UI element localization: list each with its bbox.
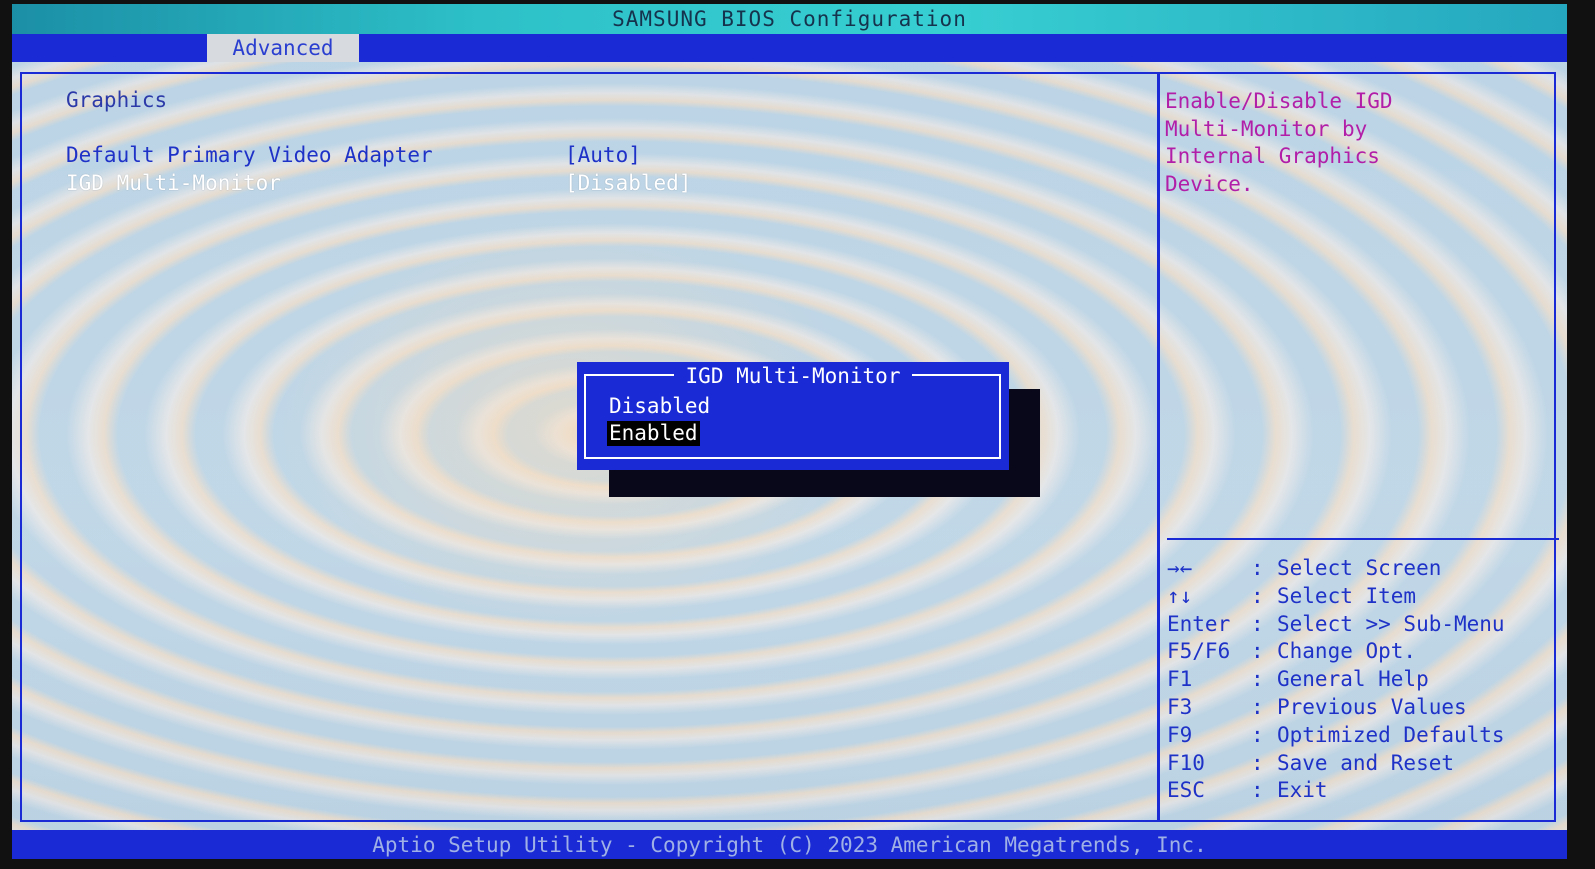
setting-default-primary-video-adapter-label[interactable]: Default Primary Video Adapter bbox=[66, 143, 433, 167]
setting-igd-multi-monitor-label[interactable]: IGD Multi-Monitor bbox=[66, 171, 281, 195]
help-line: Enable/Disable IGD bbox=[1165, 89, 1393, 113]
key-row-general-help: F1: General Help bbox=[1167, 666, 1505, 694]
key-f3: F3 bbox=[1167, 694, 1193, 719]
key-f10: F10 bbox=[1167, 750, 1205, 775]
window-title: SAMSUNG BIOS Configuration bbox=[12, 4, 1567, 34]
bios-screen: SAMSUNG BIOS Configuration Advanced Grap… bbox=[12, 4, 1567, 859]
help-line: Multi-Monitor by bbox=[1165, 116, 1368, 141]
option-enabled[interactable]: Enabled bbox=[607, 421, 700, 446]
key-arrows-horizontal: →← bbox=[1167, 556, 1193, 580]
footer-copyright: Aptio Setup Utility - Copyright (C) 2023… bbox=[12, 830, 1567, 859]
key-row-enter: Enter: Select >> Sub-Menu bbox=[1167, 611, 1505, 639]
help-text: Enable/Disable IGD Multi-Monitor by Inte… bbox=[1165, 88, 1545, 198]
key-f5-f6: F5/F6 bbox=[1167, 639, 1231, 664]
setting-default-primary-video-adapter-value[interactable]: [Auto] bbox=[565, 143, 641, 167]
popup-title: IGD Multi-Monitor bbox=[577, 364, 1009, 388]
help-line: Internal Graphics bbox=[1165, 144, 1380, 168]
panel-divider bbox=[1157, 72, 1160, 822]
section-title: Graphics bbox=[66, 88, 168, 112]
key-row-save-reset: F10: Save and Reset bbox=[1167, 750, 1505, 778]
tab-bar: Advanced bbox=[12, 34, 1567, 62]
key-f9: F9 bbox=[1167, 722, 1193, 747]
key-row-select-item: ↑↓: Select Item bbox=[1167, 583, 1505, 611]
key-arrows-vertical: ↑↓ bbox=[1167, 583, 1193, 608]
key-esc: ESC bbox=[1167, 778, 1205, 803]
tab-advanced[interactable]: Advanced bbox=[207, 34, 359, 62]
key-f1: F1 bbox=[1167, 667, 1193, 692]
option-disabled[interactable]: Disabled bbox=[607, 394, 712, 419]
key-row-previous-values: F3: Previous Values bbox=[1167, 694, 1505, 722]
key-row-exit: ESC: Exit bbox=[1167, 777, 1505, 805]
key-enter: Enter bbox=[1167, 611, 1231, 636]
key-legend: →←: Select Screen ↑↓: Select Item Enter: Se… bbox=[1167, 555, 1505, 805]
option-popup: IGD Multi-Monitor Disabled Enabled bbox=[577, 362, 1009, 470]
help-line: Device. bbox=[1165, 171, 1254, 196]
help-divider bbox=[1167, 538, 1559, 540]
key-row-select-screen: →←: Select Screen bbox=[1167, 555, 1505, 583]
key-row-optimized-defaults: F9: Optimized Defaults bbox=[1167, 722, 1505, 750]
key-row-change-opt: F5/F6: Change Opt. bbox=[1167, 638, 1505, 666]
setting-igd-multi-monitor-value[interactable]: [Disabled] bbox=[565, 171, 691, 195]
